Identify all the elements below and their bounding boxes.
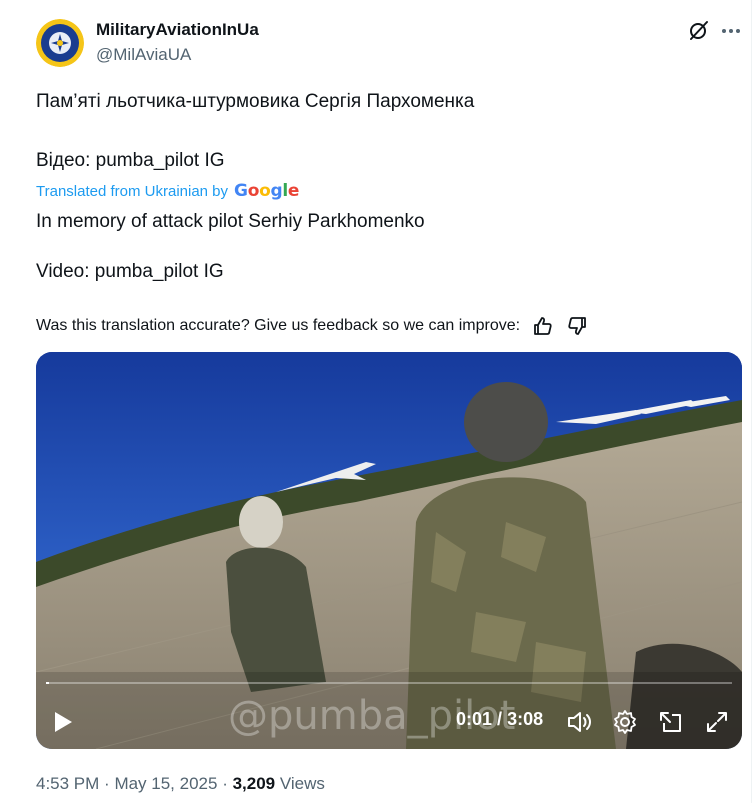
avatar[interactable] [36, 19, 84, 67]
video-frame [36, 352, 742, 749]
meta-separator: · [222, 774, 233, 793]
feedback-prompt: Was this translation accurate? Give us f… [36, 317, 521, 334]
thumbs-up-icon[interactable] [532, 315, 554, 337]
video-time-separator: / [497, 709, 508, 729]
translation-attribution[interactable]: Translated from Ukrainian by Google [36, 181, 299, 201]
post-text-translated-line1: In memory of attack pilot Serhiy Parkhom… [36, 211, 425, 232]
views-count: 3,209 [232, 774, 276, 793]
play-icon[interactable] [52, 710, 74, 734]
video-current-time: 0:01 [456, 709, 493, 729]
meta-separator: · [104, 774, 115, 793]
more-icon[interactable] [718, 18, 744, 44]
video-duration: 3:08 [507, 709, 544, 729]
settings-gear-icon[interactable] [612, 709, 638, 735]
grok-icon[interactable] [686, 18, 712, 44]
google-logo: Google [234, 181, 300, 201]
video-progress-fill [46, 682, 50, 684]
pop-out-icon[interactable] [658, 709, 684, 735]
video-player[interactable] [36, 352, 742, 749]
post-text-original-line1: Пам’яті льотчика-штурмовика Сергія Пархо… [36, 91, 475, 112]
views-label: Views [279, 774, 325, 793]
translation-label: Translated from Ukrainian by [36, 182, 229, 200]
post-meta: 4:53 PM · May 15, 2025 · 3,209 Views [36, 774, 325, 794]
post-text-translated-line2: Video: pumba_pilot IG [36, 261, 224, 282]
post-text-original-line2: Відео: pumba_pilot IG [36, 150, 225, 171]
volume-icon[interactable] [566, 709, 592, 735]
thumbs-down-icon[interactable] [566, 315, 588, 337]
video-timecode: 0:01 / 3:08 [456, 709, 543, 730]
fullscreen-icon[interactable] [704, 709, 730, 735]
author-display-name[interactable]: MilitaryAviationInUa [96, 20, 259, 40]
post-time[interactable]: 4:53 PM [36, 774, 99, 793]
translation-feedback: Was this translation accurate? Give us f… [36, 315, 588, 337]
video-progress-bar[interactable] [46, 682, 732, 684]
post-date[interactable]: May 15, 2025 [114, 774, 217, 793]
author-handle[interactable]: @MilAviaUA [96, 45, 191, 65]
